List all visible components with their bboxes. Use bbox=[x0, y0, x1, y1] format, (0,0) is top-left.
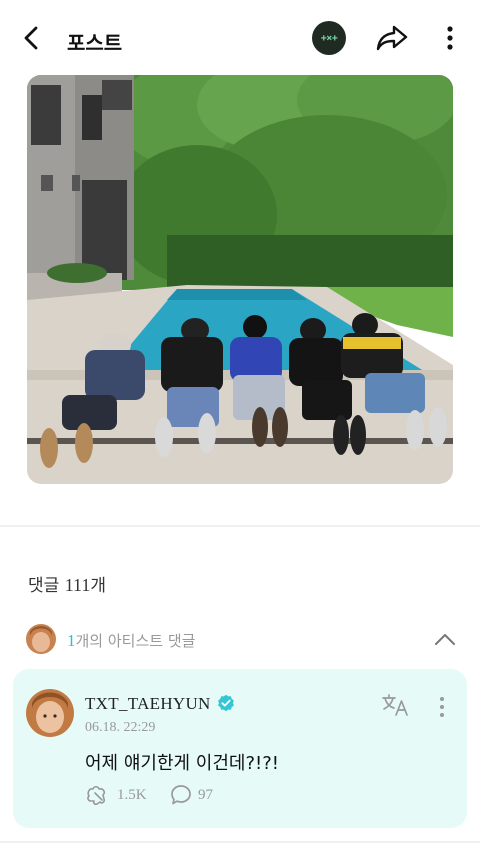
page-title: 포스트 bbox=[67, 31, 123, 55]
more-vertical-icon[interactable] bbox=[435, 695, 449, 719]
artist-comments-label: 1개의 아티스트 댓글 bbox=[67, 630, 195, 651]
comment-timestamp: 06.18. 22:29 bbox=[85, 720, 156, 735]
comment-count-prefix: 댓글 bbox=[28, 576, 65, 596]
like-button[interactable]: 1.5K bbox=[85, 782, 147, 808]
verified-badge-icon bbox=[217, 694, 235, 712]
artist-comments-toggle[interactable]: 1개의 아티스트 댓글 bbox=[0, 620, 480, 660]
artist-comment-card: TXT_TAEHYUN 06.18. 22:29 어제 얘기한게 이건데?!?!… bbox=[13, 669, 467, 828]
group-logo: +×+ bbox=[320, 32, 338, 44]
group-avatar[interactable]: +×+ bbox=[312, 21, 346, 55]
comment-count: 댓글 111개 bbox=[28, 571, 106, 596]
back-arrow-icon[interactable] bbox=[18, 24, 46, 52]
artist-avatar-small bbox=[26, 624, 56, 654]
artist-comment-label: 개의 아티스트 댓글 bbox=[75, 632, 196, 650]
more-vertical-icon[interactable] bbox=[440, 24, 460, 52]
reply-count: 97 bbox=[198, 786, 213, 803]
comment-author[interactable]: TXT_TAEHYUN bbox=[85, 694, 211, 714]
comment-count-suffix: 개 bbox=[90, 576, 106, 596]
chevron-up-icon[interactable] bbox=[432, 628, 458, 650]
post-photo[interactable] bbox=[27, 75, 453, 484]
reply-bubble-icon bbox=[171, 785, 191, 805]
section-divider bbox=[0, 525, 480, 527]
like-icon bbox=[87, 785, 106, 806]
like-count: 1.5K bbox=[117, 786, 147, 803]
reply-button[interactable]: 97 bbox=[170, 782, 213, 808]
top-app-bar: 포스트 +×+ bbox=[0, 0, 480, 76]
artist-comment-count: 1 bbox=[67, 631, 76, 650]
avatar[interactable] bbox=[26, 689, 74, 737]
comment-count-number: 111 bbox=[64, 575, 91, 595]
share-icon[interactable] bbox=[374, 22, 410, 54]
translate-icon[interactable] bbox=[381, 693, 411, 717]
comment-text: 어제 얘기한게 이건데?!?! bbox=[85, 753, 280, 774]
